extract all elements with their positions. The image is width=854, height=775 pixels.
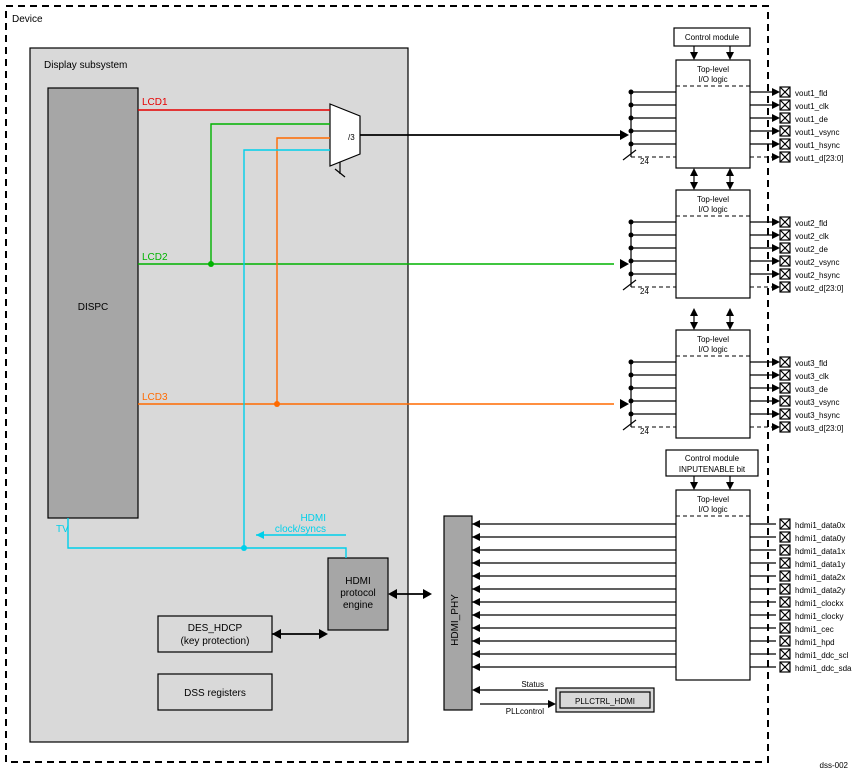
bus24-1: 24 <box>640 157 649 166</box>
svg-text:vout2_vsync: vout2_vsync <box>795 258 839 267</box>
vout1-group: Control module Top-level I/O logic vout1… <box>629 28 844 168</box>
bus24-3: 24 <box>640 427 649 436</box>
svg-text:hdmi1_data2x: hdmi1_data2x <box>795 573 845 582</box>
svg-text:hdmi1_ddc_scl: hdmi1_ddc_scl <box>795 651 849 660</box>
svg-text:hdmi1_hpd: hdmi1_hpd <box>795 638 835 647</box>
svg-text:hdmi1_ddc_sda: hdmi1_ddc_sda <box>795 664 852 673</box>
svg-text:vout2_clk: vout2_clk <box>795 232 830 241</box>
svg-text:hdmi1_data1x: hdmi1_data1x <box>795 547 845 556</box>
hdmi-proto-l1: HDMI <box>345 576 371 587</box>
svg-text:vout3_hsync: vout3_hsync <box>795 411 840 420</box>
lcd1-label: LCD1 <box>142 97 168 108</box>
svg-text:Top-level: Top-level <box>697 335 729 344</box>
svg-text:I/O logic: I/O logic <box>698 505 727 514</box>
mux-select-label: /3 <box>348 133 355 142</box>
tv-label: TV <box>56 524 69 535</box>
svg-text:I/O logic: I/O logic <box>698 75 727 84</box>
svg-text:hdmi1_data2y: hdmi1_data2y <box>795 586 845 595</box>
svg-text:Top-level: Top-level <box>697 195 729 204</box>
vout2-group: Top-level I/O logic vout2_fld vout2_clk … <box>629 168 844 298</box>
svg-text:vout3_fld: vout3_fld <box>795 359 827 368</box>
hdmi-cs-l1: HDMI <box>300 513 326 524</box>
hdmi-group: Control module INPUTENABLE bit Top-level… <box>444 450 852 716</box>
svg-text:vout1_hsync: vout1_hsync <box>795 141 840 150</box>
hdmi-proto-l3: engine <box>343 600 373 611</box>
svg-text:Control module: Control module <box>685 33 740 42</box>
des-hdcp-l2: (key protection) <box>181 636 250 647</box>
svg-text:HDMI_PHY: HDMI_PHY <box>450 594 461 646</box>
display-subsystem-label: Display subsystem <box>44 60 127 71</box>
svg-text:hdmi1_cec: hdmi1_cec <box>795 625 834 634</box>
des-hdcp-l1: DES_HDCP <box>188 623 243 634</box>
device-label: Device <box>12 14 43 25</box>
figure-id: dss-002 <box>820 761 849 770</box>
svg-text:Status: Status <box>521 680 544 689</box>
hdmi-proto-l2: protocol <box>340 588 376 599</box>
svg-text:vout2_de: vout2_de <box>795 245 828 254</box>
bus24-2: 24 <box>640 287 649 296</box>
svg-text:vout2_hsync: vout2_hsync <box>795 271 840 280</box>
svg-text:vout3_d[23:0]: vout3_d[23:0] <box>795 424 843 433</box>
svg-text:vout3_clk: vout3_clk <box>795 372 830 381</box>
svg-text:Top-level: Top-level <box>697 65 729 74</box>
svg-text:vout1_vsync: vout1_vsync <box>795 128 839 137</box>
svg-text:INPUTENABLE bit: INPUTENABLE bit <box>679 465 746 474</box>
diagram-root: Device Display subsystem DISPC DES_HDCP … <box>0 0 854 775</box>
pllctrl-hdmi-label: PLLCTRL_HDMI <box>575 697 635 706</box>
svg-text:I/O logic: I/O logic <box>698 345 727 354</box>
svg-text:vout3_de: vout3_de <box>795 385 828 394</box>
svg-text:hdmi1_data0x: hdmi1_data0x <box>795 521 845 530</box>
lcd3-label: LCD3 <box>142 392 168 403</box>
svg-text:hdmi1_data0y: hdmi1_data0y <box>795 534 845 543</box>
svg-text:I/O logic: I/O logic <box>698 205 727 214</box>
lcd2-label: LCD2 <box>142 252 168 263</box>
svg-text:hdmi1_clockx: hdmi1_clockx <box>795 599 843 608</box>
dss-registers-label: DSS registers <box>184 688 246 699</box>
hdmi-cs-l2: clock/syncs <box>275 524 326 535</box>
dispc-label: DISPC <box>78 302 109 313</box>
svg-text:vout3_vsync: vout3_vsync <box>795 398 839 407</box>
svg-text:Control module: Control module <box>685 454 740 463</box>
svg-text:hdmi1_data1y: hdmi1_data1y <box>795 560 845 569</box>
svg-text:vout2_d[23:0]: vout2_d[23:0] <box>795 284 843 293</box>
svg-text:vout1_d[23:0]: vout1_d[23:0] <box>795 154 843 163</box>
svg-text:vout2_fld: vout2_fld <box>795 219 827 228</box>
svg-text:vout1_de: vout1_de <box>795 115 828 124</box>
svg-text:Top-level: Top-level <box>697 495 729 504</box>
svg-text:vout1_clk: vout1_clk <box>795 102 830 111</box>
vout3-group: Top-level I/O logic vout3_fld vout3_clk … <box>629 308 844 438</box>
svg-text:PLLcontrol: PLLcontrol <box>506 707 544 716</box>
svg-text:vout1_fld: vout1_fld <box>795 89 827 98</box>
svg-text:hdmi1_clocky: hdmi1_clocky <box>795 612 843 621</box>
